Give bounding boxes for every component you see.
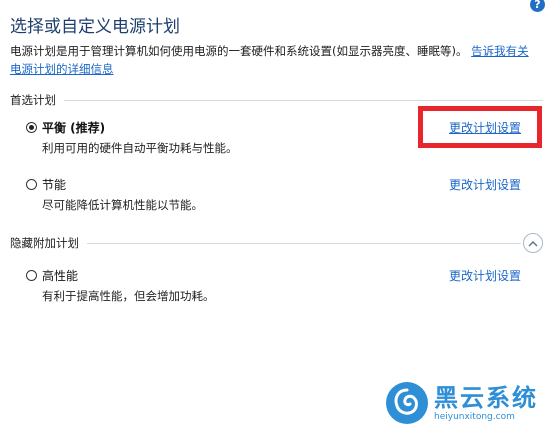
- cloud-logo-icon: [386, 382, 428, 424]
- chevron-up-icon[interactable]: [523, 233, 543, 253]
- hidden-plans-header: 隐藏附加计划: [10, 233, 543, 253]
- radio-power-saver[interactable]: [26, 178, 37, 190]
- watermark: 黑云系统 heiyunxitong.com: [386, 380, 546, 426]
- watermark-cn: 黑云系统: [434, 383, 538, 412]
- plan-description: 尽可能降低计算机性能以节能。: [42, 198, 203, 212]
- plan-description: 有利于提高性能，但会增加功耗。: [42, 289, 215, 303]
- radio-selected-dot: [29, 124, 34, 130]
- divider: [64, 99, 543, 101]
- plan-name[interactable]: 平衡 (推荐): [42, 119, 105, 136]
- page-description: 电源计划是用于管理计算机如何使用电源的一套硬件和系统设置(如显示器亮度、睡眠等)…: [10, 42, 536, 78]
- page-title: 选择或自定义电源计划: [10, 17, 180, 37]
- plan-power-saver: 节能 尽可能降低计算机性能以节能。 更改计划设置: [26, 175, 531, 215]
- change-plan-settings-link-high-performance[interactable]: 更改计划设置: [449, 267, 521, 284]
- radio-balanced[interactable]: [26, 121, 37, 133]
- divider: [87, 242, 521, 244]
- change-plan-settings-link-power-saver[interactable]: 更改计划设置: [449, 176, 521, 193]
- plan-high-performance: 高性能 有利于提高性能，但会增加功耗。 更改计划设置: [26, 266, 531, 306]
- hidden-plans-label: 隐藏附加计划: [10, 236, 79, 250]
- highlight-box: [418, 106, 542, 148]
- plan-name[interactable]: 节能: [42, 176, 66, 193]
- description-text: 电源计划是用于管理计算机如何使用电源的一套硬件和系统设置(如显示器亮度、睡眠等)…: [10, 44, 468, 58]
- plan-name[interactable]: 高性能: [42, 267, 78, 284]
- watermark-en: heiyunxitong.com: [434, 411, 515, 422]
- preferred-plans-label: 首选计划: [10, 93, 56, 107]
- radio-high-performance[interactable]: [26, 269, 37, 281]
- help-icon[interactable]: ?: [530, 0, 545, 12]
